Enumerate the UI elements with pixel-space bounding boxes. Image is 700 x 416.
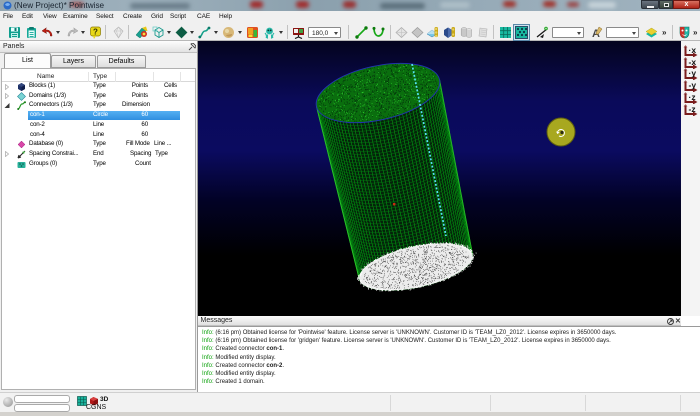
svg-text:?: ? [93, 28, 98, 37]
svg-text:-y: -y [689, 80, 697, 90]
svg-text:-x: -x [689, 57, 697, 67]
svg-text:-z: -z [689, 104, 696, 114]
svg-text:·z: ·z [689, 92, 696, 102]
svg-text:·x: ·x [689, 45, 697, 55]
svg-text:·y: ·y [689, 68, 697, 78]
